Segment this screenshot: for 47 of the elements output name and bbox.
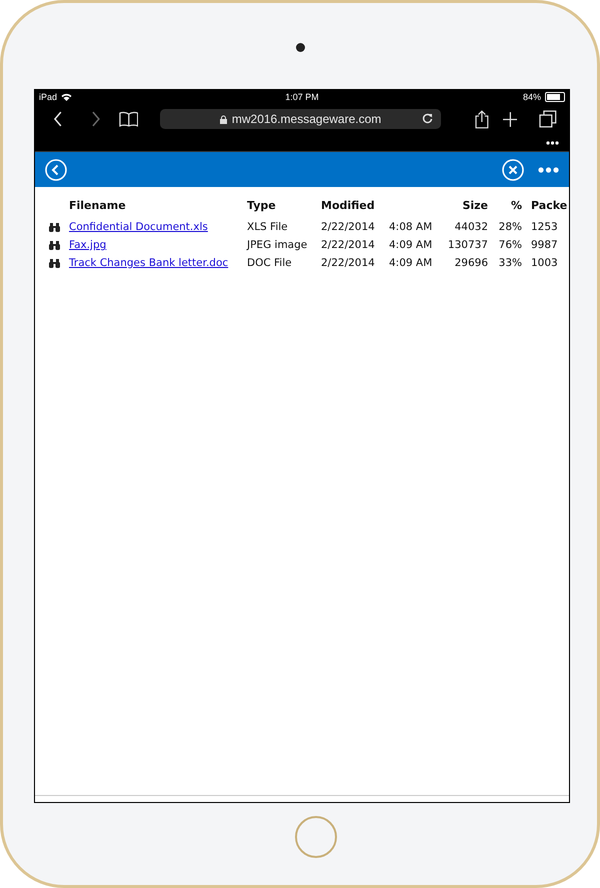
close-icon[interactable] (502, 158, 524, 180)
table-cell: 2/22/2014 (321, 221, 375, 233)
lock-icon (220, 114, 227, 124)
camera-icon (296, 43, 305, 52)
column-header: Filename (69, 199, 126, 212)
table-cell: 1003 (531, 257, 558, 269)
more-icon[interactable] (546, 140, 559, 144)
clock-time: 1:07 PM (285, 92, 319, 102)
table-cell: 9987 (531, 239, 558, 251)
battery-percent: 84% (522, 92, 541, 102)
table-cell: 4:09 AM (389, 257, 432, 269)
device-name: iPad (39, 92, 58, 102)
file-link[interactable]: Track Changes Bank letter.doc (69, 257, 247, 269)
wifi-icon (61, 93, 72, 101)
binoculars-icon[interactable] (49, 222, 60, 232)
table-cell: 1253 (531, 221, 558, 233)
table-cell: 130737 (448, 239, 488, 251)
column-header: Type (247, 199, 276, 212)
bookmarks-icon[interactable] (118, 111, 138, 127)
share-icon[interactable] (474, 110, 489, 128)
url-text: mw2016.messageware.com (232, 112, 382, 126)
battery-icon (545, 92, 565, 102)
address-field[interactable]: mw2016.messageware.com (160, 109, 441, 129)
column-header: Packe (531, 199, 568, 212)
tabs-icon[interactable] (539, 110, 557, 128)
table-cell: 2/22/2014 (321, 239, 375, 251)
table-cell: 28% (498, 221, 522, 233)
file-link[interactable]: Confidential Document.xls (69, 221, 247, 233)
column-header: % (510, 199, 522, 212)
column-header: Size (462, 199, 488, 212)
table-cell: 44032 (454, 221, 488, 233)
file-link[interactable]: Fax.jpg (69, 239, 247, 251)
table-cell: 2/22/2014 (321, 257, 375, 269)
table-cell: XLS File (247, 221, 288, 233)
binoculars-icon[interactable] (49, 258, 60, 268)
column-header: Modified (321, 199, 375, 212)
table-cell: DOC File (247, 257, 292, 269)
table-cell: 76% (498, 239, 522, 251)
table-cell: 4:09 AM (389, 239, 432, 251)
binoculars-icon[interactable] (49, 240, 60, 250)
table-cell: JPEG image (247, 239, 308, 251)
add-tab-icon[interactable] (502, 112, 518, 126)
table-cell: 29696 (454, 257, 488, 269)
table-cell: 4:08 AM (389, 221, 432, 233)
back-icon[interactable] (53, 111, 63, 127)
table-cell: 33% (498, 257, 522, 269)
reload-icon[interactable] (422, 113, 433, 124)
